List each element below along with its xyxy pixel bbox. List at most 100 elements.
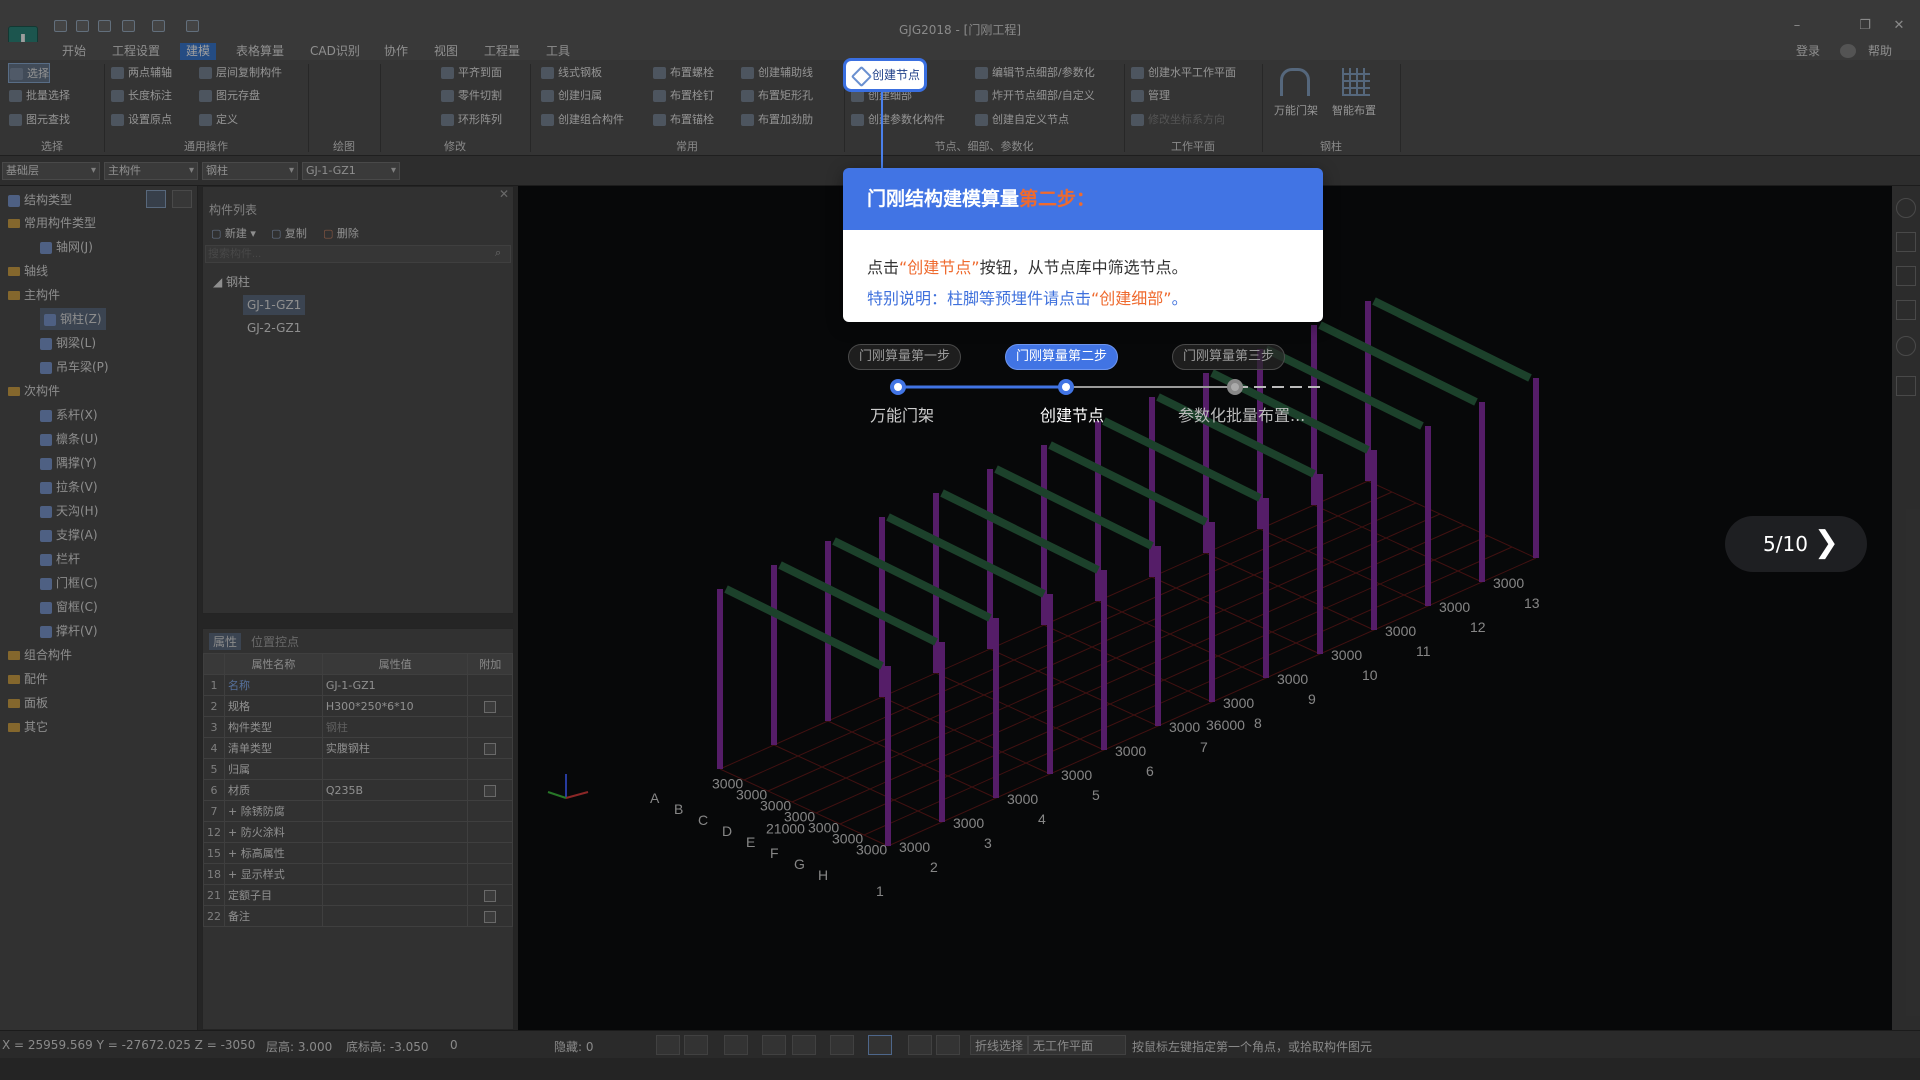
property-value[interactable]: H300*250*6*10 (321, 695, 469, 717)
delete-component-button[interactable]: ▢ 删除 (323, 225, 359, 241)
tree-item[interactable]: 钢梁(L) (40, 332, 96, 354)
side-view-icon[interactable] (1896, 300, 1916, 320)
property-extra-checkbox[interactable] (467, 716, 513, 738)
create-attach-button[interactable]: 创建归属 (540, 86, 602, 106)
stud-button[interactable]: 布置栓钉 (652, 86, 714, 106)
step-pill-3[interactable]: 门刚算量第三步 (1172, 344, 1286, 370)
gantry-button[interactable]: 万能门架 (1274, 102, 1318, 118)
tree-folder[interactable]: 主构件 (8, 284, 60, 306)
workplane-select[interactable]: 无工作平面 (1028, 1035, 1126, 1055)
ring-array-button[interactable]: 环形阵列 (440, 110, 502, 130)
tree-folder[interactable]: 其它 (8, 716, 48, 738)
property-row[interactable]: 12 + 防火涂料 (203, 821, 513, 843)
step-pill-1[interactable]: 门刚算量第一步 (848, 344, 962, 370)
property-row[interactable]: 22 备注 (203, 905, 513, 927)
tree-item[interactable]: 拉条(V) (40, 476, 98, 498)
rotate-snap-icon[interactable] (792, 1035, 816, 1055)
two-point-axis-button[interactable]: 两点辅轴 (110, 63, 172, 83)
angle-icon[interactable] (830, 1035, 854, 1055)
snap-icon[interactable] (684, 1035, 708, 1055)
property-value[interactable]: 钢柱 (321, 716, 469, 738)
tree-item[interactable]: 撑杆(V) (40, 620, 98, 642)
tree-folder[interactable]: 配件 (8, 668, 48, 690)
modify-coord-button[interactable]: 修改坐标系方向 (1130, 110, 1225, 130)
next-step-button[interactable]: ❯ (1814, 516, 1839, 570)
property-row[interactable]: 5 归属 (203, 758, 513, 780)
line-plate-button[interactable]: 线式钢板 (540, 63, 602, 83)
tree-folder[interactable]: 常用构件类型 (8, 212, 96, 234)
explode-node-button[interactable]: 炸开节点细部/自定义 (974, 86, 1095, 106)
create-workplane-button[interactable]: 创建水平工作平面 (1130, 63, 1236, 83)
property-value[interactable]: GJ-1-GZ1 (321, 674, 469, 696)
property-extra-checkbox[interactable] (467, 842, 513, 864)
property-value[interactable] (321, 821, 469, 843)
batch-select-button[interactable]: 批量选择 (8, 86, 70, 106)
tree-folder[interactable]: 组合构件 (8, 644, 72, 666)
tree-item[interactable]: 檩条(U) (40, 428, 98, 450)
login-link[interactable]: 登录 (1790, 43, 1826, 60)
component-item-gj2[interactable]: GJ-2-GZ1 (247, 321, 301, 335)
tree-item[interactable]: 轴网(J) (40, 236, 93, 258)
property-value[interactable] (321, 905, 469, 927)
property-extra-checkbox[interactable] (467, 758, 513, 780)
tree-item[interactable]: 门框(C) (40, 572, 98, 594)
polyline-select-button[interactable]: 折线选择 (970, 1035, 1029, 1055)
workplane-manage-button[interactable]: 管理 (1130, 86, 1170, 106)
tree-folder[interactable]: 面板 (8, 692, 48, 714)
tree-item[interactable]: 系杆(X) (40, 404, 98, 426)
object-snap-icon[interactable] (724, 1035, 748, 1055)
property-row[interactable]: 21 定额子目 (203, 884, 513, 906)
create-node-button[interactable]: 创建节点 (843, 58, 927, 92)
anchor-button[interactable]: 布置锚栓 (652, 110, 714, 130)
property-row[interactable]: 1 名称 GJ-1-GZ1 (203, 674, 513, 696)
tree-item[interactable]: 支撑(A) (40, 524, 98, 546)
user-avatar-icon[interactable] (1840, 44, 1856, 58)
property-extra-checkbox[interactable] (467, 905, 513, 927)
aux-line-button[interactable]: 创建辅助线 (740, 63, 813, 83)
find-element-button[interactable]: 图元查找 (8, 110, 70, 130)
property-extra-checkbox[interactable] (467, 695, 513, 717)
component-group[interactable]: ◢ 钢柱 (213, 273, 250, 290)
property-row[interactable]: 18 + 显示样式 (203, 863, 513, 885)
property-extra-checkbox[interactable] (467, 884, 513, 906)
panel-close-icon[interactable]: ✕ (499, 187, 509, 201)
property-row[interactable]: 7 + 除锈防腐 (203, 800, 513, 822)
tree-item[interactable]: 钢柱(Z) (40, 308, 106, 330)
table-icon[interactable] (1896, 376, 1916, 396)
property-extra-checkbox[interactable] (467, 800, 513, 822)
copy-view-icon[interactable] (936, 1035, 960, 1055)
part-cut-button[interactable]: 零件切割 (440, 86, 502, 106)
tab-position-control[interactable]: 位置控点 (251, 633, 299, 650)
grid-icon[interactable] (908, 1035, 932, 1055)
list-view-icon[interactable] (146, 190, 166, 208)
tree-folder[interactable]: 轴线 (8, 260, 48, 282)
tab-properties[interactable]: 属性 (209, 633, 242, 650)
ortho-icon[interactable] (656, 1035, 680, 1055)
menu-project-settings[interactable]: 工程设置 (106, 43, 166, 60)
front-view-icon[interactable] (1896, 266, 1916, 286)
align-to-face-button[interactable]: 平齐到面 (440, 63, 502, 83)
rect-hole-button[interactable]: 布置矩形孔 (740, 86, 813, 106)
define-button[interactable]: 定义 (198, 110, 238, 130)
cancel-snap-icon[interactable] (762, 1035, 786, 1055)
property-extra-checkbox[interactable] (467, 863, 513, 885)
menu-tools[interactable]: 工具 (540, 43, 576, 60)
step-pill-2[interactable]: 门刚算量第二步 (1005, 344, 1119, 370)
tree-item[interactable]: 隅撑(Y) (40, 452, 97, 474)
set-origin-button[interactable]: 设置原点 (110, 110, 172, 130)
menu-table-calc[interactable]: 表格算量 (230, 43, 290, 60)
length-mark-button[interactable]: 长度标注 (110, 86, 172, 106)
copy-component-button[interactable]: ▢ 复制 (271, 225, 307, 241)
property-value[interactable] (321, 863, 469, 885)
tree-item[interactable]: 窗框(C) (40, 596, 98, 618)
tree-item[interactable]: 栏杆 (40, 548, 80, 570)
bolt-button[interactable]: 布置螺栓 (652, 63, 714, 83)
menu-start[interactable]: 开始 (56, 43, 92, 60)
tree-folder[interactable]: 次构件 (8, 380, 60, 402)
create-combo-button[interactable]: 创建组合构件 (540, 110, 624, 130)
dynamic-input-icon[interactable] (868, 1035, 892, 1055)
menu-view[interactable]: 视图 (428, 43, 464, 60)
view-cube-icon[interactable] (1896, 198, 1916, 218)
component-search-input[interactable] (205, 245, 511, 263)
property-extra-checkbox[interactable] (467, 821, 513, 843)
